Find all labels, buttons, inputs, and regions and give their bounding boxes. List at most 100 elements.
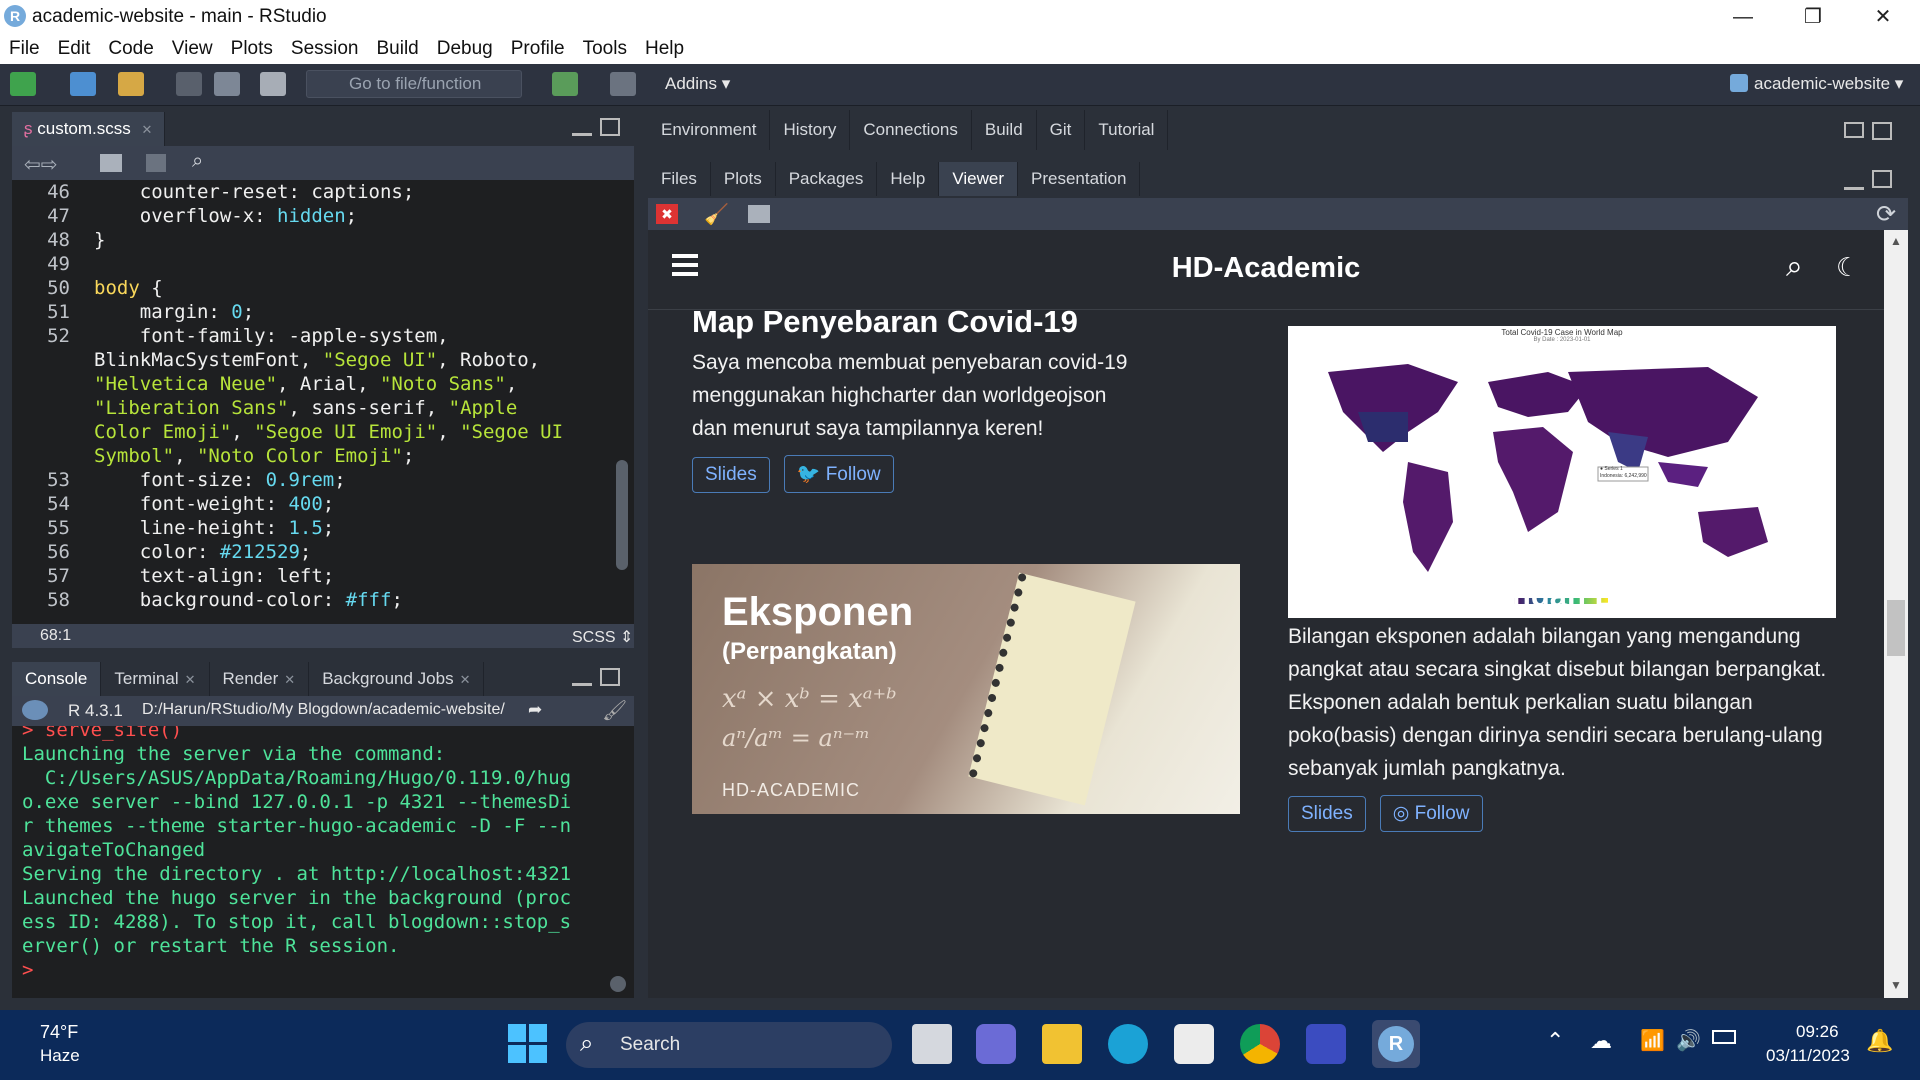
refresh-icon[interactable]: ⟳ [1876,200,1896,229]
minimize-button[interactable]: — [1720,2,1766,32]
close-tab-icon[interactable]: ✕ [284,672,295,687]
tab-files[interactable]: Files [648,162,711,196]
tab-build[interactable]: Build [972,110,1037,150]
tab-plots[interactable]: Plots [711,162,776,196]
scroll-up-arrow[interactable]: ▲ [1890,234,1902,248]
minimize-pane-icon[interactable] [572,120,592,136]
chrome-icon[interactable] [1240,1024,1280,1064]
weather-temp[interactable]: 74°F [40,1022,78,1043]
menu-view[interactable]: View [163,34,222,64]
volume-icon[interactable]: 🔊 [1676,1028,1701,1053]
stop-viewer-icon[interactable]: ✖ [656,204,678,224]
site-brand[interactable]: HD-Academic [648,252,1884,285]
tab-terminal[interactable]: Terminal ✕ [101,662,210,696]
menu-file[interactable]: File [0,34,49,64]
tab-connections[interactable]: Connections [850,110,972,150]
clock-date[interactable]: 03/11/2023 [1766,1046,1850,1066]
new-file-icon[interactable] [10,72,36,96]
tab-render[interactable]: Render ✕ [210,662,310,696]
menu-code[interactable]: Code [99,34,162,64]
project-menu[interactable]: academic-website ▾ [1730,74,1903,94]
menu-tools[interactable]: Tools [574,34,636,64]
close-button[interactable]: ✕ [1860,2,1906,32]
tab-viewer[interactable]: Viewer [939,162,1018,196]
maximize-pane-icon[interactable] [600,118,620,136]
scrollbar-thumb[interactable] [1887,600,1905,656]
taskbar-search-box[interactable]: ⌕ Search [566,1022,892,1068]
menu-build[interactable]: Build [368,34,428,64]
battery-icon[interactable] [1712,1030,1736,1044]
eksponen-image[interactable]: Eksponen (Perpangkatan) xᵃ × xᵇ = xᵃ⁺ᵇ a… [692,564,1240,814]
show-in-window-icon[interactable] [100,154,122,172]
close-tab-icon[interactable]: ✕ [142,122,153,137]
edge-icon[interactable] [1108,1024,1148,1064]
save-all-icon[interactable] [214,72,240,96]
version-control-icon[interactable] [552,72,578,96]
follow-button[interactable]: 🐦 Follow [783,455,894,493]
console-scroll-indicator[interactable] [610,976,626,992]
menu-profile[interactable]: Profile [502,34,574,64]
minimize-pane-icon[interactable] [572,670,592,686]
slides-button[interactable]: Slides [1288,796,1366,832]
working-directory[interactable]: D:/Harun/RStudio/My Blogdown/academic-we… [142,701,505,719]
tab-background-jobs[interactable]: Background Jobs ✕ [309,662,485,696]
clear-viewer-icon[interactable]: 🧹 [704,202,729,227]
tab-environment[interactable]: Environment [648,110,771,150]
tab-console[interactable]: Console [12,662,102,696]
tab-custom-scss[interactable]: ʂ custom.scss ✕ [12,112,166,146]
tab-packages[interactable]: Packages [776,162,878,196]
save-file-icon[interactable] [146,154,166,172]
windows-start-icon[interactable] [508,1024,548,1064]
minimize-pane-icon[interactable] [1844,174,1864,190]
maximize-pane-icon[interactable] [1872,122,1892,140]
pane-layout-icon[interactable] [610,72,636,96]
code-area[interactable]: 46 counter-reset: captions; 47 overflow-… [12,180,612,620]
menu-edit[interactable]: Edit [49,34,100,64]
weather-desc[interactable]: Haze [40,1046,80,1066]
addins-menu[interactable]: Addins ▾ [665,74,730,94]
menu-plots[interactable]: Plots [222,34,282,64]
show-in-window-icon[interactable] [748,205,770,223]
new-project-icon[interactable] [70,72,96,96]
go-to-file-input[interactable]: Go to file/function [306,70,522,98]
tab-tutorial[interactable]: Tutorial [1085,110,1169,150]
restore-pane-icon[interactable] [1872,170,1892,188]
menu-debug[interactable]: Debug [428,34,502,64]
search-icon[interactable]: ⌕ [192,150,203,173]
tab-help[interactable]: Help [877,162,940,196]
vscode-icon[interactable] [1306,1024,1346,1064]
covid-world-map-image[interactable]: Total Covid-19 Case in World Map By Date… [1288,326,1836,618]
task-view-icon[interactable] [912,1024,952,1064]
menu-help[interactable]: Help [636,34,693,64]
dark-mode-icon[interactable]: ☾ [1836,252,1859,283]
close-tab-icon[interactable]: ✕ [185,672,196,687]
follow-button[interactable]: ◎ Follow [1379,795,1483,832]
tab-history[interactable]: History [770,110,851,150]
back-forward-icon[interactable]: ⇦⇨ [24,152,58,177]
viewer-scrollbar[interactable]: ▲ ▼ [1884,230,1908,998]
tab-git[interactable]: Git [1037,110,1086,150]
restore-pane-icon[interactable] [1844,122,1864,138]
clear-console-icon[interactable]: 🖌 [602,698,627,723]
menu-session[interactable]: Session [282,34,368,64]
close-tab-icon[interactable]: ✕ [460,672,471,687]
restore-button[interactable]: ❐ [1790,2,1836,32]
search-icon[interactable]: ⌕ [1786,250,1803,284]
go-to-directory-icon[interactable]: ➦ [528,700,542,720]
notification-bell-icon[interactable]: 🔔 [1866,1028,1893,1054]
clock-time[interactable]: 09:26 [1796,1022,1839,1042]
scroll-down-arrow[interactable]: ▼ [1890,978,1902,992]
onedrive-icon[interactable]: ☁ [1590,1028,1612,1054]
teams-icon[interactable] [976,1024,1016,1064]
post-title[interactable]: Eksponen (Bilangan Berpangkat) [1288,578,1848,614]
post-title[interactable]: Map Penyebaran Covid-19 [692,304,1132,340]
open-file-icon[interactable] [118,72,144,96]
tab-presentation[interactable]: Presentation [1018,162,1141,196]
rstudio-taskbar-item[interactable]: R [1372,1020,1420,1068]
file-explorer-icon[interactable] [1042,1024,1082,1064]
console-output[interactable]: > serve_site() Launching the server via … [12,726,634,998]
maximize-pane-icon[interactable] [600,668,620,686]
store-icon[interactable] [1174,1024,1214,1064]
save-icon[interactable] [176,72,202,96]
show-hidden-icons-icon[interactable]: ⌃ [1546,1028,1564,1054]
